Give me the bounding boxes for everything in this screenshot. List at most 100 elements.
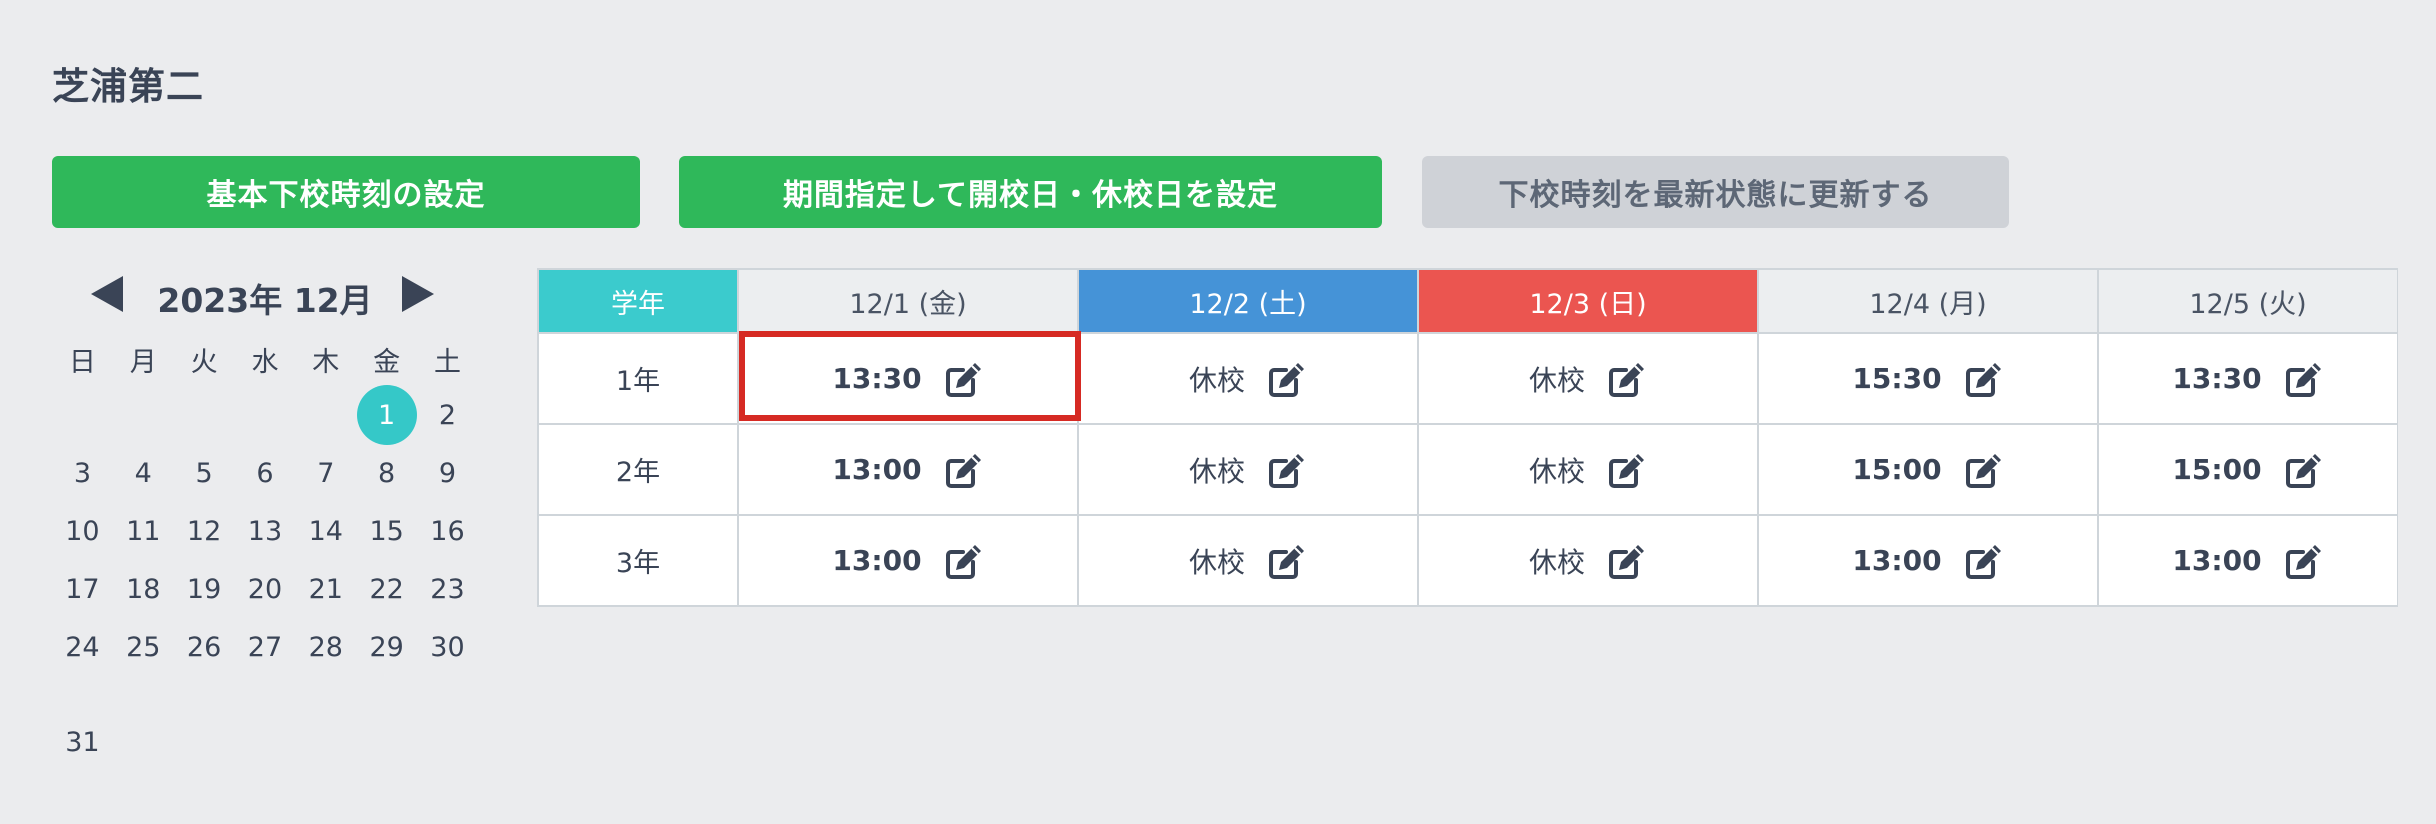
calendar-day[interactable]: 27 bbox=[235, 618, 296, 676]
calendar-day[interactable]: 16 bbox=[417, 502, 478, 560]
calendar-day[interactable]: 18 bbox=[113, 560, 174, 618]
dismissal-time-cell[interactable]: 15:30 bbox=[1757, 332, 2099, 425]
calendar-day-number: 20 bbox=[247, 573, 283, 605]
calendar-day-number: 7 bbox=[317, 457, 335, 489]
calendar-day[interactable]: 11 bbox=[113, 502, 174, 560]
calendar-day[interactable]: 2 bbox=[417, 386, 478, 444]
time-value: 15:30 bbox=[1852, 362, 1942, 395]
period-open-closed-day-button[interactable]: 期間指定して開校日・休校日を設定 bbox=[679, 156, 1382, 228]
calendar-day-number: 25 bbox=[126, 631, 161, 663]
weekday-label: 木 bbox=[312, 346, 340, 378]
calendar-day[interactable]: 5 bbox=[174, 444, 235, 502]
day-column-header: 12/3 (日) bbox=[1417, 268, 1759, 334]
edit-icon[interactable] bbox=[1607, 450, 1647, 490]
dismissal-time-cell[interactable]: 15:00 bbox=[2097, 423, 2398, 516]
calendar-day[interactable]: 23 bbox=[417, 560, 478, 618]
calendar-day-number: 2 bbox=[438, 399, 457, 431]
dismissal-time-cell[interactable]: 休校 bbox=[1077, 514, 1419, 607]
closed-label: 休校 bbox=[1528, 363, 1585, 397]
dismissal-time-cell[interactable]: 13:00 bbox=[737, 423, 1079, 516]
cell-content: 休校 bbox=[1529, 359, 1647, 399]
edit-icon[interactable] bbox=[2284, 359, 2324, 399]
edit-icon[interactable] bbox=[1964, 359, 2004, 399]
edit-icon[interactable] bbox=[1964, 541, 2004, 581]
calendar-day[interactable]: 21 bbox=[295, 560, 356, 618]
dismissal-time-table: 学年 12/1 (金) 12/2 (土) 12/3 (日) 12/4 (月) 12/5 … bbox=[537, 268, 2398, 607]
calendar-day[interactable]: 4 bbox=[113, 444, 174, 502]
calendar-day[interactable]: 26 bbox=[174, 618, 235, 676]
calendar-day-number: 27 bbox=[247, 631, 283, 663]
calendar-day[interactable]: 30 bbox=[417, 618, 478, 676]
table-row: 1年 13:30 休校 休校 15:30 13:30 bbox=[537, 332, 2398, 425]
day-column-header: 12/2 (土) bbox=[1077, 268, 1419, 334]
dismissal-time-cell[interactable]: 13:00 bbox=[1757, 514, 2099, 607]
dismissal-time-cell[interactable]: 休校 bbox=[1077, 332, 1419, 425]
edit-icon[interactable] bbox=[1607, 541, 1647, 581]
calendar-day[interactable]: 20 bbox=[235, 560, 296, 618]
edit-icon[interactable] bbox=[944, 450, 984, 490]
dismissal-time-cell[interactable]: 休校 bbox=[1077, 423, 1419, 516]
update-latest-dismissal-button[interactable]: 下校時刻を最新状態に更新する bbox=[1422, 156, 2009, 228]
table-body: 1年 13:30 休校 休校 15:30 13:30 2年 13:00 休校 休校 15:00 15:… bbox=[537, 332, 2398, 607]
calendar-day-number: 9 bbox=[438, 457, 457, 489]
calendar-day[interactable]: 15 bbox=[356, 502, 417, 560]
time-value: 15:00 bbox=[2172, 453, 2262, 486]
calendar-day[interactable]: 14 bbox=[295, 502, 356, 560]
calendar-day[interactable]: 22 bbox=[356, 560, 417, 618]
calendar-grid: 日 月 火 水 木 金 土 1 2 3 4 5 6 7 8 9 10 11 12 13 14 15 16 17 1… bbox=[52, 336, 478, 759]
time-value: 13:00 bbox=[1852, 544, 1942, 577]
dismissal-time-cell[interactable]: 休校 bbox=[1417, 423, 1759, 516]
edit-icon[interactable] bbox=[1964, 450, 2004, 490]
weekday-label: 日 bbox=[68, 346, 96, 378]
grade-label: 1年 bbox=[537, 332, 739, 425]
calendar-empty-cell bbox=[235, 386, 296, 444]
calendar-day[interactable]: 29 bbox=[356, 618, 417, 676]
calendar-header: 2023年 12月 bbox=[52, 266, 478, 322]
calendar-day[interactable]: 25 bbox=[113, 618, 174, 676]
calendar-day[interactable]: 12 bbox=[174, 502, 235, 560]
dismissal-time-cell[interactable]: 13:00 bbox=[737, 514, 1079, 607]
edit-icon[interactable] bbox=[944, 359, 984, 399]
dismissal-time-cell[interactable]: 休校 bbox=[1417, 332, 1759, 425]
weekday-label: 月 bbox=[129, 346, 157, 378]
calendar-day-selected[interactable]: 1 bbox=[356, 385, 417, 445]
calendar-day[interactable]: 17 bbox=[52, 560, 113, 618]
calendar-week-row: 31 bbox=[52, 676, 478, 758]
edit-icon[interactable] bbox=[1267, 541, 1307, 581]
basic-dismissal-time-button[interactable]: 基本下校時刻の設定 bbox=[52, 156, 640, 228]
edit-icon[interactable] bbox=[2284, 450, 2324, 490]
cell-content: 15:00 bbox=[1852, 450, 2003, 490]
edit-icon[interactable] bbox=[944, 541, 984, 581]
edit-icon[interactable] bbox=[1267, 450, 1307, 490]
calendar-day-number: 18 bbox=[126, 573, 161, 605]
calendar-day[interactable]: 28 bbox=[295, 618, 356, 676]
calendar-week-row: 12 bbox=[52, 385, 478, 445]
day-column-header: 12/5 (火) bbox=[2097, 268, 2398, 334]
calendar-day[interactable]: 19 bbox=[174, 560, 235, 618]
calendar-day[interactable]: 8 bbox=[356, 444, 417, 502]
next-month-arrow-icon[interactable] bbox=[402, 276, 434, 312]
calendar-day[interactable]: 7 bbox=[295, 444, 356, 502]
calendar-day[interactable]: 3 bbox=[52, 444, 113, 502]
dismissal-time-cell[interactable]: 休校 bbox=[1417, 514, 1759, 607]
calendar-week-row: 3 4 5 6 7 8 9 bbox=[52, 444, 478, 502]
dismissal-time-cell[interactable]: 13:30 bbox=[737, 332, 1079, 425]
dismissal-time-cell[interactable]: 13:30 bbox=[2097, 332, 2398, 425]
time-value: 13:30 bbox=[2172, 362, 2262, 395]
closed-label: 休校 bbox=[1188, 454, 1245, 488]
calendar-day[interactable]: 31 bbox=[52, 676, 113, 758]
school-name: 芝浦第二 bbox=[52, 65, 204, 108]
calendar-empty-cell bbox=[295, 676, 356, 758]
calendar-day[interactable]: 24 bbox=[52, 618, 113, 676]
edit-icon[interactable] bbox=[2284, 541, 2324, 581]
edit-icon[interactable] bbox=[1267, 359, 1307, 399]
dismissal-time-cell[interactable]: 15:00 bbox=[1757, 423, 2099, 516]
time-value: 13:00 bbox=[2172, 544, 2262, 577]
calendar-day[interactable]: 6 bbox=[235, 444, 296, 502]
edit-icon[interactable] bbox=[1607, 359, 1647, 399]
calendar-day[interactable]: 10 bbox=[52, 502, 113, 560]
calendar-day[interactable]: 13 bbox=[235, 502, 296, 560]
cell-content: 13:00 bbox=[832, 541, 983, 581]
dismissal-time-cell[interactable]: 13:00 bbox=[2097, 514, 2398, 607]
calendar-day[interactable]: 9 bbox=[417, 444, 478, 502]
